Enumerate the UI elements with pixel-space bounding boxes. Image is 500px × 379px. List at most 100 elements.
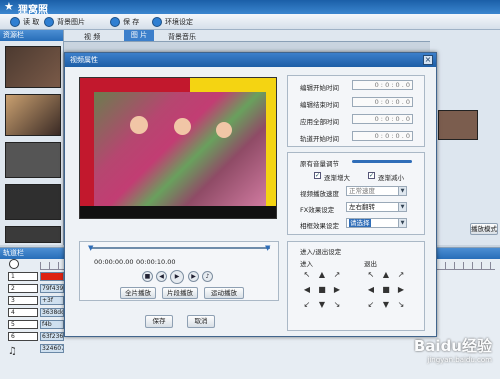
video-bottom-bar [80,206,276,218]
disk-icon [110,17,120,27]
save-label: 保 存 [123,18,140,26]
play-icon[interactable]: ▶ [170,270,184,284]
timeline-clip[interactable]: +3f [40,296,64,305]
tab-video[interactable]: 视 频 [84,32,100,42]
timeline-clip[interactable]: f4b [40,320,64,329]
background-image-button[interactable]: 背景图片 [44,16,85,28]
track-6[interactable]: 6 [8,332,38,341]
playback-controls: ■ ◀ ▶ ▶ ♪ [142,270,222,284]
apply-all-label: 应用全部时间 [300,118,339,126]
tab-image[interactable]: 图 片 [124,30,154,41]
seek-end-marker[interactable]: ▼ [265,244,270,252]
fade-in-label: 逐渐增大 [324,174,350,182]
speed-select[interactable]: 正常速度 ▼ [346,186,407,196]
center-icon[interactable]: ■ [317,285,327,295]
frame-value: 请选择 [349,219,371,227]
thumbnail-right[interactable] [438,110,478,140]
in-direction-grid: ↖ ▲ ↗ ◀ ■ ▶ ↙ ▼ ↘ [302,270,342,310]
out-direction-grid: ↖ ▲ ↗ ◀ ■ ▶ ↙ ▼ ↘ [366,270,406,310]
arrow-up-left-icon[interactable]: ↖ [366,270,376,280]
cancel-button[interactable]: 取消 [187,315,215,328]
fx-select[interactable]: 左右翻转 ▼ [346,202,407,212]
in-out-group: 进入/退出设定 进入 退出 ↖ ▲ ↗ ◀ ■ ▶ ↙ ▼ ↘ ↖ ▲ ↗ ◀ ■ ▶ ↙ ▼ ↘ [287,241,425,331]
previous-icon[interactable]: ◀ [156,271,167,282]
close-icon[interactable]: × [423,55,433,65]
play-motion-button[interactable]: 运动播放 [204,287,244,299]
timeline-clip[interactable]: 79f4390 [40,284,64,293]
frame-select[interactable]: 请选择 ▼ [346,218,407,228]
apply-all-field[interactable]: 0 : 0 : 0 . 0 [352,114,413,124]
face-shape [130,116,148,134]
arrow-down-right-icon[interactable]: ↘ [332,300,342,310]
volume-slider[interactable] [352,160,412,163]
thumbnail-4[interactable] [5,184,61,220]
edit-start-field[interactable]: 0 : 0 : 0 . 0 [352,80,413,90]
right-thumbnails: 播放模式 [430,30,500,245]
video-preview [79,77,277,219]
volume-label: 原有音量调节 [300,160,339,168]
timeline-clip[interactable]: 63f2363 [40,332,64,341]
arrow-up-right-icon[interactable]: ↗ [332,270,342,280]
chevron-down-icon: ▼ [398,187,406,195]
play-mode-button[interactable]: 播放模式 [470,223,498,235]
save-button[interactable]: 保存 [145,315,173,328]
chevron-down-icon: ▼ [398,203,406,211]
track-3[interactable]: 3 [8,296,38,305]
arrow-right-icon[interactable]: ▶ [332,285,342,295]
frame-label: 相框效果设定 [300,222,339,230]
dialog-title: 视频属性 [65,53,436,67]
arrow-up-icon[interactable]: ▲ [317,270,327,280]
tab-music[interactable]: 背景音乐 [168,32,196,42]
arrow-left-icon[interactable]: ◀ [302,285,312,295]
settings-button[interactable]: 环境设定 [152,16,193,28]
track-start-field[interactable]: 0 : 0 : 0 . 0 [352,131,413,141]
timeline-clip[interactable] [40,272,64,281]
star-icon: ★ [4,0,14,13]
track-1[interactable]: 1 [8,272,38,281]
thumbnail-2[interactable] [5,94,61,136]
in-label: 进入 [300,260,313,268]
stop-icon[interactable]: ■ [142,271,153,282]
play-clip-button[interactable]: 片段播放 [162,287,198,299]
music-note-icon: ♫ [8,346,17,357]
arrow-left-icon[interactable]: ◀ [366,285,376,295]
arrow-up-right-icon[interactable]: ↗ [396,270,406,280]
next-icon[interactable]: ▶ [188,271,199,282]
timeline-clip[interactable]: 3638dcf16 [40,308,64,317]
arrow-up-left-icon[interactable]: ↖ [302,270,312,280]
arrow-down-right-icon[interactable]: ↘ [396,300,406,310]
arrow-up-icon[interactable]: ▲ [381,270,391,280]
chevron-down-icon: ▼ [398,219,406,227]
thumbnail-1[interactable] [5,46,61,88]
edit-end-field[interactable]: 0 : 0 : 0 . 0 [352,97,413,107]
timeline-clip[interactable]: 32460775 [40,344,64,353]
play-full-button[interactable]: 全片播放 [120,287,156,299]
arrow-down-icon[interactable]: ▼ [317,300,327,310]
volume-icon[interactable]: ♪ [202,271,213,282]
fade-in-checkbox[interactable]: ✓ [314,172,321,179]
seek-start-marker[interactable]: ▼ [88,244,93,252]
load-button[interactable]: 读 取 [10,16,39,28]
load-label: 读 取 [23,18,40,26]
edit-start-label: 编辑开始时间 [300,84,339,92]
folder-icon [10,17,20,27]
resource-panel-title: 资源栏 [0,30,63,41]
save-toolbar-button[interactable]: 保 存 [110,16,139,28]
arrow-down-left-icon[interactable]: ↙ [366,300,376,310]
fade-out-label: 逐渐减小 [378,174,404,182]
track-5[interactable]: 5 [8,320,38,329]
thumbnail-5[interactable] [5,226,61,243]
fx-label: FX效果设定 [300,206,335,214]
arrow-right-icon[interactable]: ▶ [396,285,406,295]
track-4[interactable]: 4 [8,308,38,317]
watermark: Baidu经验 jingyan.baidu.com [372,335,492,375]
fade-out-checkbox[interactable]: ✓ [368,172,375,179]
seek-bar[interactable] [90,247,270,249]
end-time-label: 00:00:10.00 [136,258,176,266]
track-2[interactable]: 2 [8,284,38,293]
in-out-label: 进入/退出设定 [300,248,342,256]
thumbnail-3[interactable] [5,142,61,178]
arrow-down-left-icon[interactable]: ↙ [302,300,312,310]
arrow-down-icon[interactable]: ▼ [381,300,391,310]
center-icon[interactable]: ■ [381,285,391,295]
